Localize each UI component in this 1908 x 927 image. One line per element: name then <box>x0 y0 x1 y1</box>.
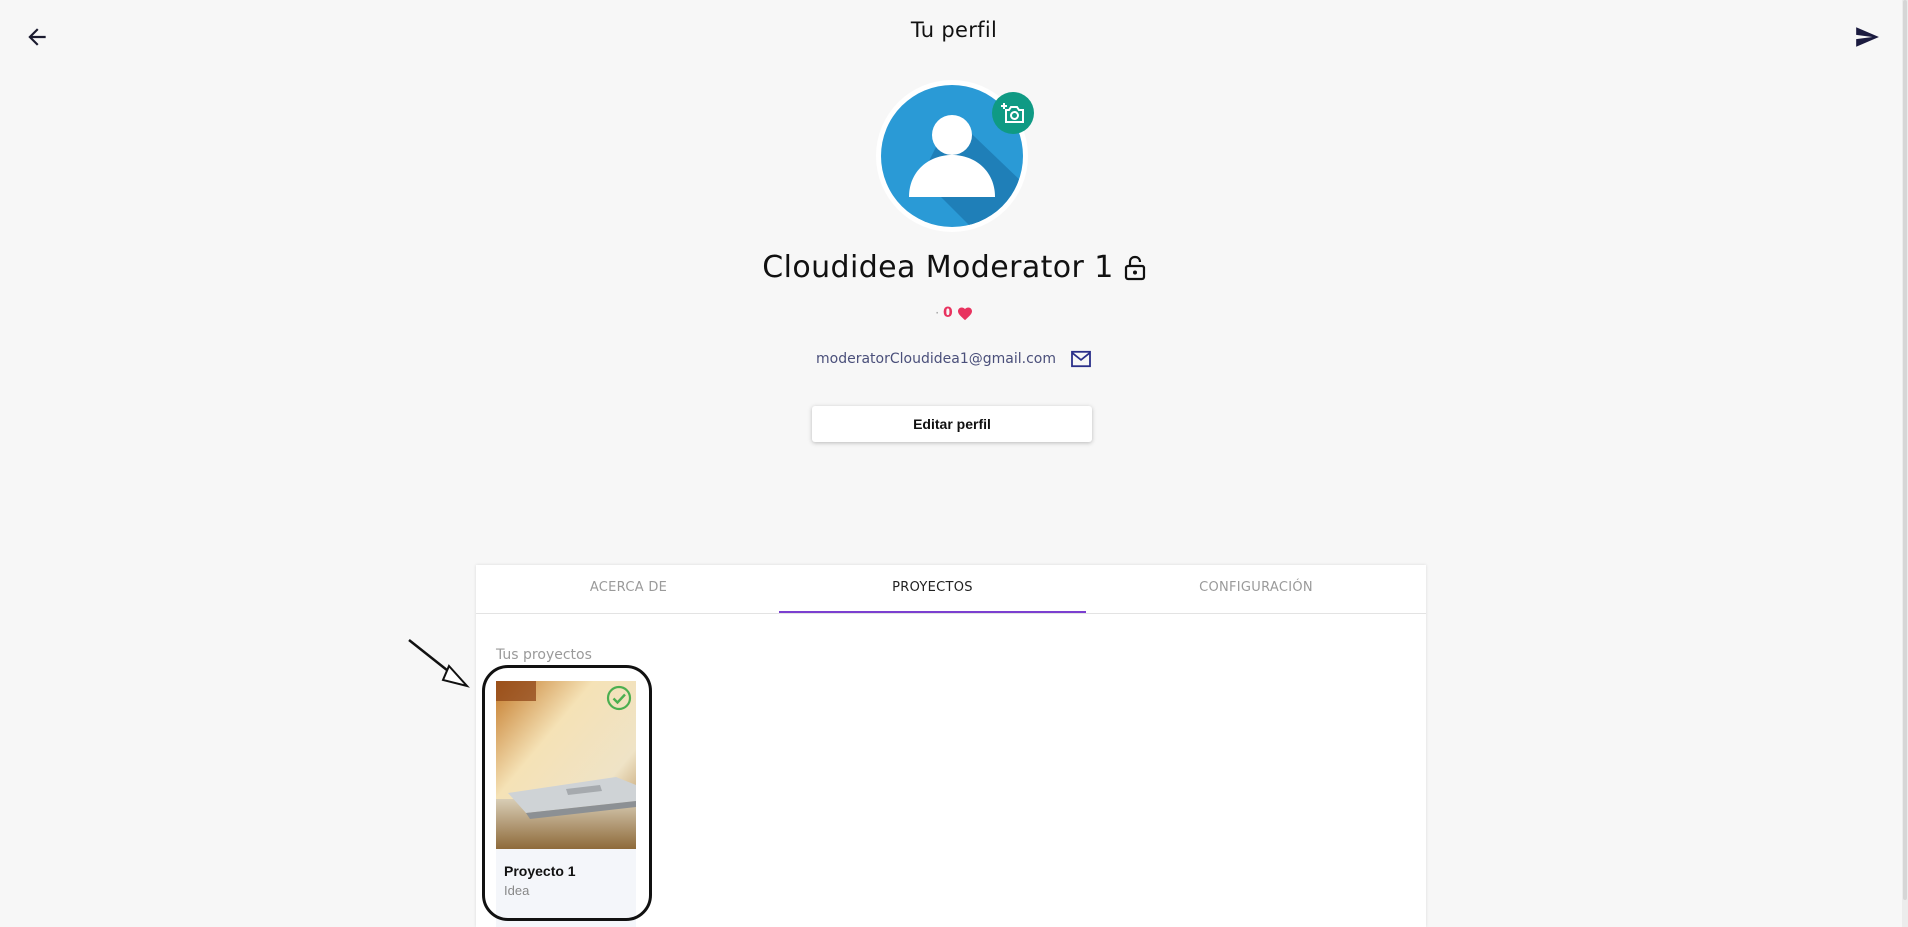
add-photo-icon <box>1001 103 1024 123</box>
profile-tabs-panel: ACERCA DE PROYECTOS CONFIGURACIÓN Tus pr… <box>476 565 1426 927</box>
project-stage: Idea <box>504 883 530 898</box>
pointer-arrow-icon <box>408 639 470 688</box>
section-label: Tus proyectos <box>496 647 592 663</box>
project-card[interactable]: Proyecto 1 Idea <box>496 681 636 927</box>
scrollbar-thumb[interactable] <box>1903 0 1907 900</box>
profile-email: moderatorCloudidea1@gmail.com <box>816 351 1056 367</box>
tab-settings[interactable]: CONFIGURACIÓN <box>1086 565 1426 611</box>
lock-open-icon[interactable] <box>1124 255 1146 281</box>
likes-separator: · <box>935 306 940 320</box>
heart-icon[interactable] <box>957 306 973 321</box>
page-title: Tu perfil <box>910 18 998 42</box>
send-icon[interactable] <box>1852 24 1882 50</box>
likes-count: 0 <box>943 305 953 321</box>
mail-icon[interactable] <box>1070 350 1092 368</box>
profile-name: Cloudidea Moderator 1 <box>762 250 1114 285</box>
email-row: moderatorCloudidea1@gmail.com <box>0 350 1908 368</box>
top-bar: Tu perfil <box>0 0 1908 70</box>
likes-row: · 0 <box>0 305 1908 321</box>
edit-profile-button[interactable]: Editar perfil <box>812 406 1092 442</box>
project-name: Proyecto 1 <box>504 863 576 879</box>
tab-about[interactable]: ACERCA DE <box>476 565 781 611</box>
add-photo-button[interactable] <box>992 92 1034 134</box>
profile-name-row: Cloudidea Moderator 1 <box>0 250 1908 285</box>
tab-bar: ACERCA DE PROYECTOS CONFIGURACIÓN <box>476 565 1426 614</box>
tab-projects[interactable]: PROYECTOS <box>779 565 1086 613</box>
check-circle-icon <box>606 685 632 711</box>
